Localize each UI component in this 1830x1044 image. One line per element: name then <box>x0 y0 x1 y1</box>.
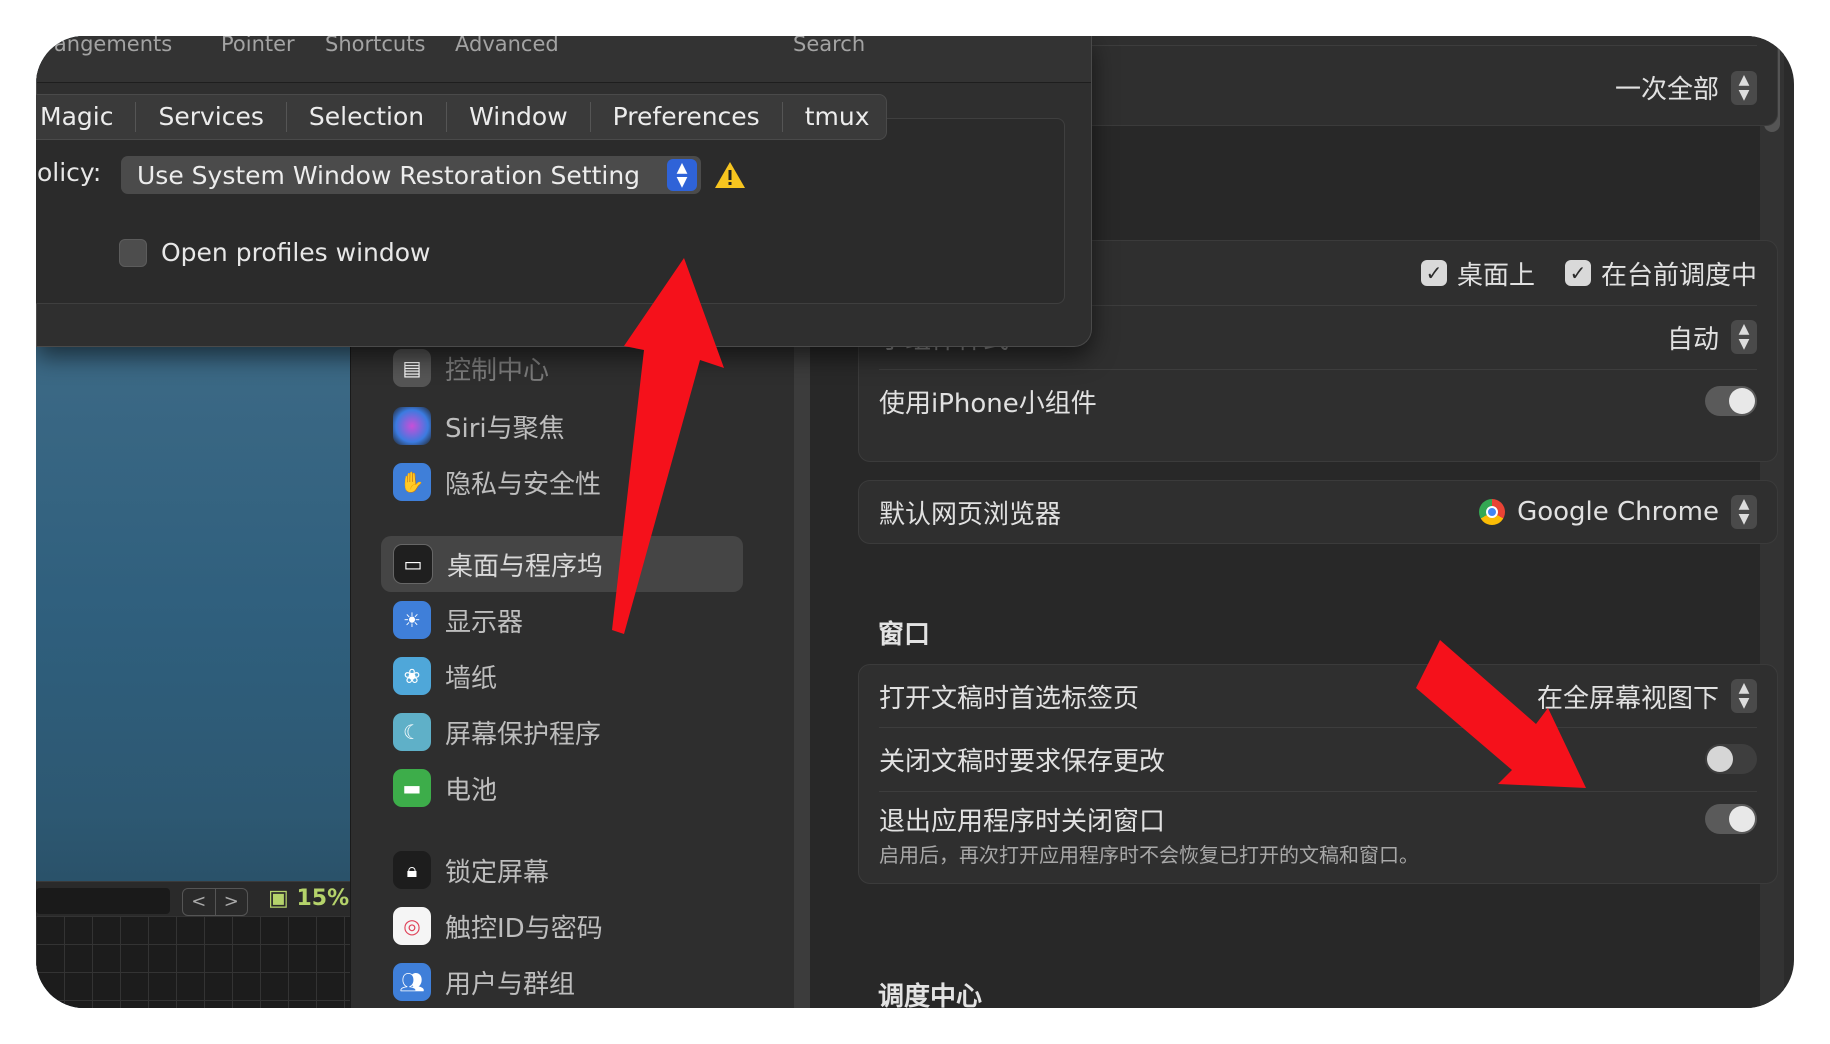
arrow-down-right-icon <box>1416 640 1586 788</box>
arrow-up-icon <box>612 258 724 634</box>
annotation-arrows <box>612 258 1586 788</box>
screenshot-frame: < > ▣ 15% ▤ 控制中心 Siri与聚焦 ✋ 隐私与安全性 ▭ 桌面与程… <box>36 36 1794 1008</box>
